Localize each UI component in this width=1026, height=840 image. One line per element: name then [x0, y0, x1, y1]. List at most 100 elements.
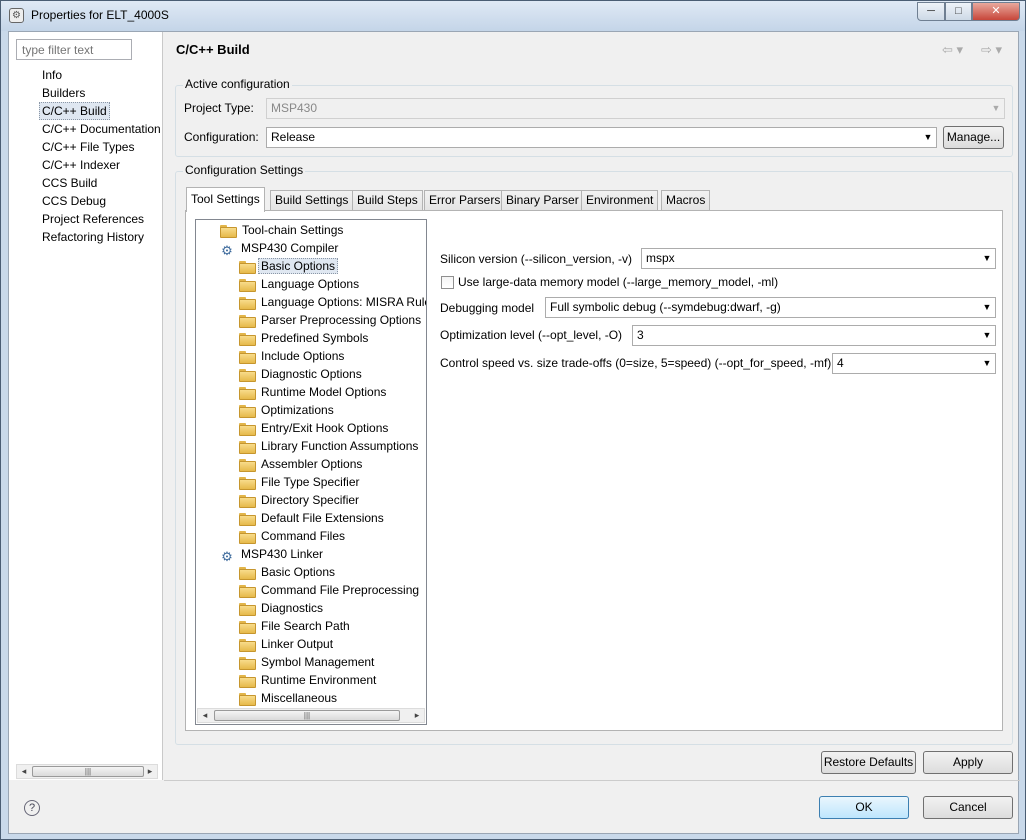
tree-item[interactable]: Language Options: MISRA Rules: [239, 294, 427, 312]
tree-item[interactable]: Default File Extensions: [239, 510, 387, 528]
chevron-down-icon[interactable]: ▼: [979, 326, 995, 345]
folder-icon: [239, 404, 256, 418]
tree-item[interactable]: Basic Options: [239, 258, 339, 276]
tree-item-label: Command File Preprocessing: [261, 583, 420, 597]
tree-item-label: Runtime Environment: [261, 673, 377, 687]
tree-item-label: Language Options: MISRA Rules: [261, 295, 427, 309]
tree-item[interactable]: Directory Specifier: [239, 492, 362, 510]
sidebar-item-ccs-debug[interactable]: CCS Debug: [39, 192, 109, 210]
sidebar-item-c-c-build[interactable]: C/C++ Build: [39, 102, 110, 120]
tab-binary-parser[interactable]: Binary Parser: [501, 190, 584, 211]
scroll-right-arrow-icon[interactable]: ▸: [143, 765, 157, 778]
active-configuration-label: Active configuration: [183, 77, 292, 91]
sidebar-item-builders[interactable]: Builders: [39, 84, 88, 102]
tree-item-label: Assembler Options: [261, 457, 363, 471]
tree-item-label: Entry/Exit Hook Options: [261, 421, 389, 435]
tree-item[interactable]: Command File Preprocessing: [239, 582, 422, 600]
large-data-label[interactable]: Use large-data memory model (--large_mem…: [458, 275, 778, 289]
apply-button[interactable]: Apply: [923, 751, 1013, 774]
ok-button[interactable]: OK: [819, 796, 909, 819]
scroll-right-arrow-icon[interactable]: ▸: [410, 709, 424, 722]
tree-item[interactable]: Optimizations: [239, 402, 337, 420]
tab-build-steps[interactable]: Build Steps: [352, 190, 423, 211]
sidebar-item-refactoring-history[interactable]: Refactoring History: [39, 228, 147, 246]
folder-icon: [239, 656, 256, 670]
chevron-down-icon[interactable]: ▼: [979, 249, 995, 268]
left-pane-hscrollbar[interactable]: ◂ ||| ▸: [16, 764, 158, 779]
chevron-down-icon[interactable]: ▼: [979, 354, 995, 373]
chevron-down-icon[interactable]: ▼: [920, 128, 936, 147]
scroll-thumb[interactable]: |||: [214, 710, 400, 721]
tree-item[interactable]: ⚙ MSP430 Compiler: [220, 240, 341, 258]
folder-icon: [239, 386, 256, 400]
tree-item[interactable]: File Type Specifier: [239, 474, 363, 492]
manage-button[interactable]: Manage...: [943, 126, 1004, 149]
speed-size-select[interactable]: 4 ▼: [832, 353, 996, 374]
title-bar[interactable]: ⚙ Properties for ELT_4000S ─ □ ✕: [1, 1, 1025, 31]
large-data-checkbox[interactable]: [441, 276, 454, 289]
optimization-level-select[interactable]: 3 ▼: [632, 325, 996, 346]
tab-build-settings[interactable]: Build Settings: [270, 190, 354, 211]
sidebar-item-c-c-documentation[interactable]: C/C++ Documentation: [39, 120, 164, 138]
tree-item[interactable]: Parser Preprocessing Options: [239, 312, 424, 330]
restore-defaults-button[interactable]: Restore Defaults: [821, 751, 916, 774]
debugging-model-select[interactable]: Full symbolic debug (--symdebug:dwarf, -…: [545, 297, 996, 318]
tree-hscrollbar[interactable]: ◂ ||| ▸: [197, 708, 425, 723]
speed-size-label: Control speed vs. size trade-offs (0=siz…: [440, 356, 832, 370]
sidebar-item-project-references[interactable]: Project References: [39, 210, 147, 228]
tree-item[interactable]: File Search Path: [239, 618, 353, 636]
tree-item[interactable]: Assembler Options: [239, 456, 365, 474]
tree-item[interactable]: Runtime Environment: [239, 672, 379, 690]
filter-input[interactable]: [16, 39, 132, 60]
tree-item[interactable]: Predefined Symbols: [239, 330, 371, 348]
folder-icon: [239, 278, 256, 292]
tree-item[interactable]: Linker Output: [239, 636, 336, 654]
tree-item-label: Library Function Assumptions: [261, 439, 419, 453]
tree-item-label: Basic Options: [258, 258, 339, 274]
tree-item[interactable]: Basic Options: [239, 564, 338, 582]
chevron-down-icon[interactable]: ▼: [979, 298, 995, 317]
tab-error-parsers[interactable]: Error Parsers: [424, 190, 506, 211]
tab-environment[interactable]: Environment: [581, 190, 659, 211]
folder-icon: [239, 422, 256, 436]
sidebar-item-ccs-build[interactable]: CCS Build: [39, 174, 100, 192]
tree-item[interactable]: Language Options: [239, 276, 362, 294]
tree-item-label: Basic Options: [261, 565, 336, 579]
tree-item[interactable]: Symbol Management: [239, 654, 377, 672]
tab-tool-settings[interactable]: Tool Settings: [186, 187, 265, 212]
help-icon[interactable]: ?: [24, 800, 40, 816]
sidebar-item-info[interactable]: Info: [39, 66, 65, 84]
silicon-version-select[interactable]: mspx ▼: [641, 248, 996, 269]
tree-item-label: Symbol Management: [261, 655, 375, 669]
speed-size-value: 4: [837, 356, 844, 370]
tree-item[interactable]: ⚙ MSP430 Linker: [220, 546, 326, 564]
tree-item[interactable]: Diagnostics: [239, 600, 326, 618]
maximize-button[interactable]: □: [945, 2, 972, 21]
tree-item[interactable]: Tool-chain Settings: [220, 222, 346, 240]
tree-item[interactable]: Diagnostic Options: [239, 366, 365, 384]
tree-item[interactable]: Entry/Exit Hook Options: [239, 420, 391, 438]
back-nav-icon[interactable]: ⇦ ▾: [942, 42, 963, 58]
scroll-left-arrow-icon[interactable]: ◂: [17, 765, 31, 778]
tree-item[interactable]: Miscellaneous: [239, 690, 340, 708]
tree-item[interactable]: Library Function Assumptions: [239, 438, 421, 456]
cancel-button[interactable]: Cancel: [923, 796, 1013, 819]
minimize-button[interactable]: ─: [917, 2, 945, 21]
folder-icon: [239, 584, 256, 598]
sidebar-item-c-c-file-types[interactable]: C/C++ File Types: [39, 138, 137, 156]
tree-item[interactable]: Command Files: [239, 528, 348, 546]
tree-item-label: Linker Output: [261, 637, 334, 651]
forward-nav-icon[interactable]: ⇨ ▾: [981, 42, 1002, 58]
configuration-select[interactable]: Release ▼: [266, 127, 937, 148]
window-title: Properties for ELT_4000S: [31, 8, 169, 22]
page-title: C/C++ Build: [176, 42, 250, 57]
tree-item[interactable]: Runtime Model Options: [239, 384, 389, 402]
close-button[interactable]: ✕: [972, 2, 1020, 21]
tab-macros[interactable]: Macros: [661, 190, 711, 211]
sidebar-item-c-c-indexer[interactable]: C/C++ Indexer: [39, 156, 123, 174]
scroll-thumb[interactable]: |||: [32, 766, 144, 777]
tree-item-label: Diagnostic Options: [261, 367, 362, 381]
properties-dialog: ⚙ Properties for ELT_4000S ─ □ ✕ InfoBui…: [0, 0, 1026, 840]
scroll-left-arrow-icon[interactable]: ◂: [198, 709, 212, 722]
tree-item[interactable]: Include Options: [239, 348, 347, 366]
